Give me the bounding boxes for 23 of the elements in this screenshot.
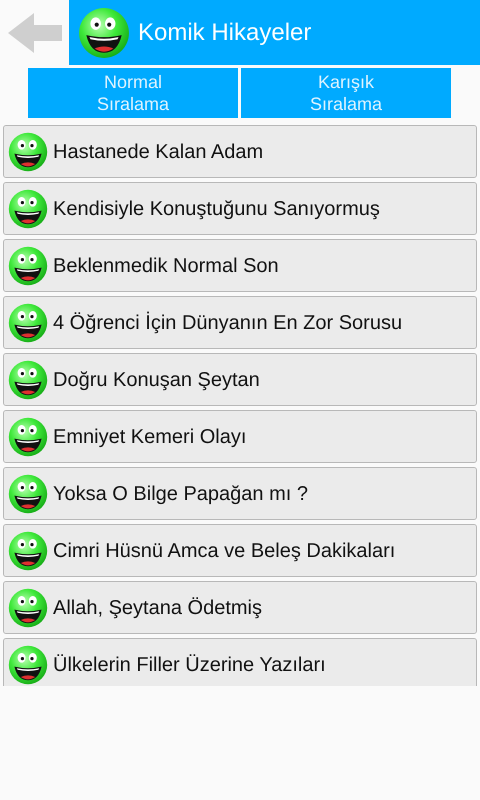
smiley-icon: [78, 6, 130, 58]
app-title: Komik Hikayeler: [138, 18, 312, 48]
story-item[interactable]: Yoksa O Bilge Papağan mı ?: [3, 467, 477, 520]
story-item[interactable]: Ülkelerin Filler Üzerine Yazıları: [3, 638, 477, 686]
smiley-icon: [8, 416, 48, 456]
smiley-icon: [8, 588, 48, 628]
smiley-icon: [8, 474, 48, 514]
story-item[interactable]: Beklenmedik Normal Son: [3, 239, 477, 292]
story-item[interactable]: 4 Öğrenci İçin Dünyanın En Zor Sorusu: [3, 296, 477, 349]
back-arrow-icon: [8, 12, 62, 52]
smiley-icon: [8, 246, 48, 286]
story-item[interactable]: Allah, Şeytana Ödetmiş: [3, 581, 477, 634]
smiley-icon: [8, 188, 48, 228]
story-item[interactable]: Cimri Hüsnü Amca ve Beleş Dakikaları: [3, 524, 477, 577]
smiley-icon: [8, 530, 48, 570]
smiley-icon: [8, 360, 48, 400]
story-item[interactable]: Emniyet Kemeri Olayı: [3, 410, 477, 463]
smiley-icon: [8, 132, 48, 172]
smiley-icon: [8, 302, 48, 342]
story-item[interactable]: Hastanede Kalan Adam: [3, 125, 477, 178]
story-item[interactable]: Doğru Konuşan Şeytan: [3, 353, 477, 406]
smiley-icon: [8, 644, 48, 684]
story-item[interactable]: Kendisiyle Konuştuğunu Sanıyormuş: [3, 182, 477, 235]
